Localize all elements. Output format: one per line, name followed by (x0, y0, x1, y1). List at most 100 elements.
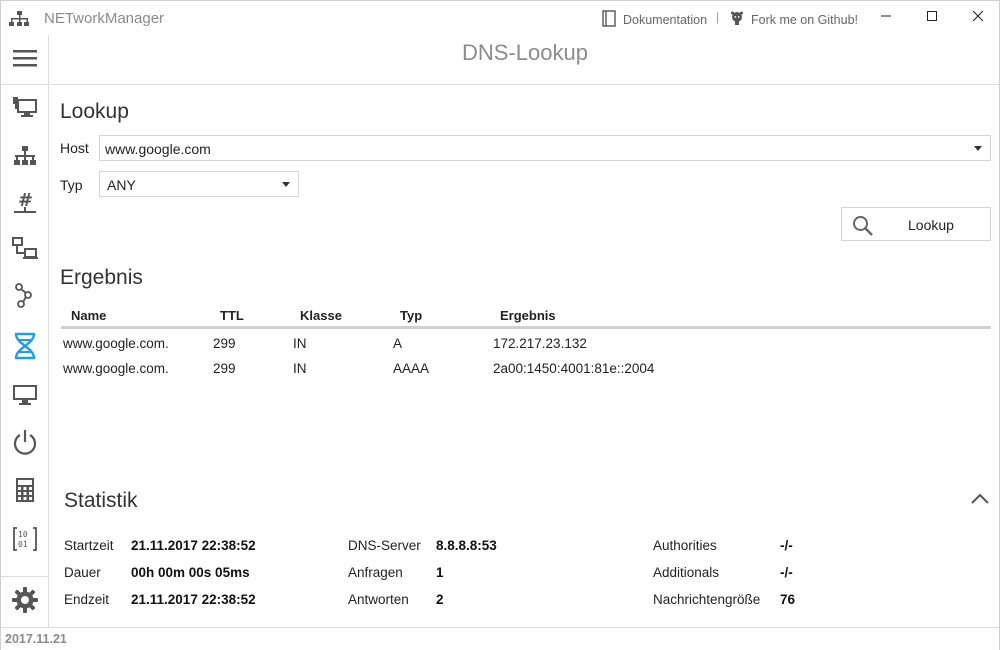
wake-on-lan-icon (12, 429, 38, 460)
sidebar-item-remote-desktop[interactable] (1, 229, 49, 273)
maximize-icon (926, 9, 938, 27)
type-label: Typ (60, 177, 83, 193)
svg-text:01: 01 (18, 540, 28, 549)
table-row[interactable]: www.google.com. 299 IN A 172.217.23.132 (61, 331, 991, 356)
type-select[interactable]: ANY (99, 171, 299, 197)
settings-icon (12, 586, 38, 618)
stat-value-dns-server: 8.8.8.8:53 (436, 538, 497, 553)
sidebar-item-calculator[interactable] (1, 470, 49, 514)
sidebar-menu-button[interactable] (1, 38, 49, 82)
book-icon (601, 10, 617, 30)
stat-label-start: Startzeit (64, 538, 114, 553)
chevron-up-icon (969, 493, 991, 513)
column-header-type[interactable]: Typ (400, 308, 422, 323)
column-header-ttl[interactable]: TTL (220, 308, 244, 323)
sidebar-item-dns-lookup[interactable] (1, 326, 49, 370)
documentation-label: Dokumentation (623, 13, 708, 27)
stat-value-end: 21.11.2017 22:38:52 (131, 592, 256, 607)
table-row[interactable]: www.google.com. 299 IN AAAA 2a00:1450:40… (61, 356, 991, 381)
minimize-icon (880, 9, 892, 27)
svg-text:10: 10 (18, 530, 28, 539)
host-dropdown-arrow-icon[interactable] (974, 146, 982, 151)
cell-name: www.google.com. (63, 361, 169, 376)
stat-label-additionals: Additionals (653, 565, 720, 580)
sidebar-item-ip-scanner[interactable] (1, 136, 49, 180)
cell-result: 2a00:1450:4001:81e::2004 (493, 361, 655, 376)
stat-value-answers: 2 (436, 592, 444, 607)
maximize-button[interactable] (909, 1, 955, 35)
column-header-result[interactable]: Ergebnis (500, 308, 556, 323)
documentation-link[interactable]: Dokumentation (601, 10, 707, 30)
cell-type: AAAA (393, 361, 430, 376)
cell-result: 172.217.23.132 (493, 336, 587, 351)
calculator-icon (14, 477, 36, 508)
stat-label-queries: Anfragen (348, 565, 403, 580)
sidebar-item-monitor[interactable] (1, 375, 49, 419)
stat-value-additionals: -/- (780, 565, 793, 580)
host-combobox[interactable]: www.google.com (99, 135, 991, 161)
close-button[interactable] (955, 1, 1000, 35)
result-section-title: Ergebnis (60, 266, 143, 289)
sidebar-item-network-interface[interactable] (1, 87, 49, 131)
status-bar: 2017.11.21 (1, 627, 999, 650)
type-dropdown-arrow-icon[interactable] (282, 182, 290, 187)
binary-icon: 10 01 (12, 526, 38, 557)
sidebar-item-traceroute[interactable] (1, 276, 49, 320)
cell-ttl: 299 (213, 336, 236, 351)
type-value: ANY (107, 177, 136, 193)
github-icon (729, 10, 745, 29)
cell-ttl: 299 (213, 361, 236, 376)
minimize-button[interactable] (863, 1, 909, 35)
cell-class: IN (293, 361, 307, 376)
cell-name: www.google.com. (63, 336, 169, 351)
host-value: www.google.com (105, 141, 211, 157)
stat-label-duration: Dauer (64, 565, 101, 580)
title-bar: NETworkManager Dokumentation | Fork me o… (1, 1, 999, 35)
page-header: DNS-Lookup (50, 35, 1000, 85)
stat-label-message-size: Nachrichtengröße (653, 592, 761, 607)
ip-scanner-icon (13, 145, 37, 172)
app-title: NETworkManager (44, 10, 165, 27)
sidebar-divider (1, 84, 49, 85)
search-icon (852, 215, 874, 242)
stat-label-end: Endzeit (64, 592, 110, 607)
sidebar-item-wake-on-lan[interactable] (1, 422, 49, 466)
sidebar: # 10 01 (1, 35, 49, 627)
dns-lookup-icon (13, 332, 37, 365)
collapse-statistics-button[interactable] (969, 489, 991, 509)
title-separator: | (716, 10, 720, 24)
network-interface-icon (12, 96, 38, 123)
lookup-button-label: Lookup (908, 217, 954, 233)
sidebar-item-subnet[interactable]: # (1, 183, 49, 227)
app-logo-icon (9, 10, 29, 28)
result-table-header: Name TTL Klasse Typ Ergebnis (61, 303, 991, 329)
stat-label-answers: Antworten (348, 592, 409, 607)
lookup-button[interactable]: Lookup (841, 207, 991, 241)
column-header-class[interactable]: Klasse (300, 308, 342, 323)
github-label: Fork me on Github! (751, 12, 858, 27)
stat-value-queries: 1 (436, 565, 444, 580)
lookup-section-title: Lookup (60, 100, 129, 123)
sidebar-item-settings[interactable] (1, 580, 49, 624)
stat-value-message-size: 76 (780, 592, 796, 607)
stat-value-duration: 00h 00m 00s 05ms (131, 565, 250, 580)
column-header-name[interactable]: Name (71, 308, 106, 323)
app-window: NETworkManager Dokumentation | Fork me o… (0, 0, 1000, 650)
menu-icon (13, 48, 37, 73)
remote-desktop-icon (12, 236, 38, 266)
monitor-icon (12, 383, 38, 412)
subnet-calculator-icon: # (13, 190, 37, 221)
stat-value-start: 21.11.2017 22:38:52 (131, 538, 256, 553)
github-link[interactable]: Fork me on Github! (729, 10, 858, 29)
cell-class: IN (293, 336, 307, 351)
sidebar-divider-bottom (1, 576, 49, 577)
close-icon (972, 9, 984, 27)
version-label: 2017.11.21 (5, 632, 67, 646)
stat-label-dns-server: DNS-Server (348, 538, 421, 553)
stat-value-authorities: -/- (780, 538, 793, 553)
stat-label-authorities: Authorities (653, 538, 717, 553)
host-label: Host (60, 140, 89, 156)
statistics-section-title: Statistik (64, 489, 138, 512)
traceroute-icon (13, 282, 37, 314)
sidebar-item-binary[interactable]: 10 01 (1, 519, 49, 563)
